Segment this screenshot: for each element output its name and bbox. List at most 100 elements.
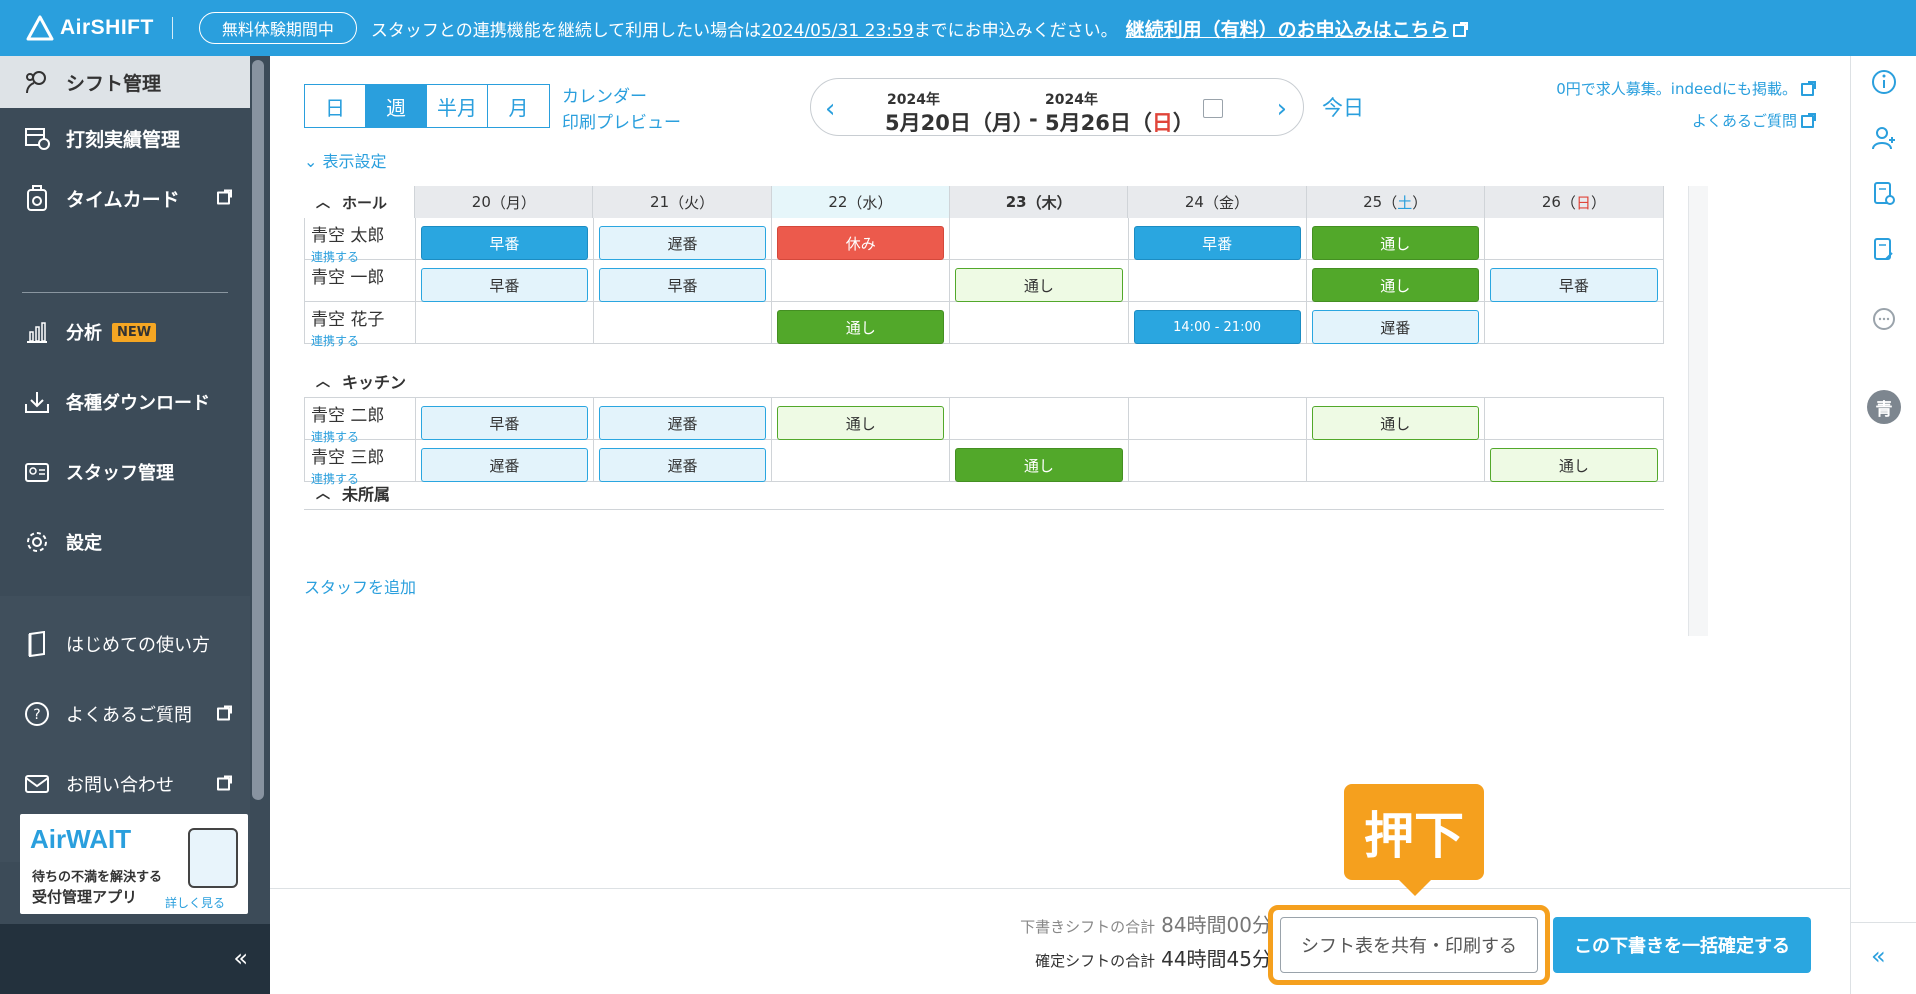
shift-cell[interactable]: 休み (772, 218, 951, 260)
shift-cell[interactable] (1128, 260, 1307, 302)
calendar-icon[interactable] (1203, 99, 1223, 118)
day-header: 21 （火） (593, 186, 772, 218)
shift-cell[interactable]: 通し (950, 260, 1129, 302)
shift-cell[interactable]: 早番 (593, 260, 773, 302)
today-button[interactable]: 今日 (1322, 92, 1364, 122)
confirm-all-button[interactable]: この下書きを一括確定する (1553, 917, 1811, 973)
tab-month[interactable]: 月 (488, 85, 549, 127)
shift-cell[interactable] (950, 218, 1129, 260)
tab-week[interactable]: 週 (366, 85, 427, 127)
shift-cell[interactable]: 早番 (415, 260, 594, 302)
shift-block[interactable]: 早番 (420, 268, 588, 302)
collapse-right-rail-button[interactable]: « (1871, 942, 1886, 970)
tab-day[interactable]: 日 (305, 85, 366, 127)
continue-subscription-link[interactable]: 継続利用（有料）のお申込みはこちら (1126, 15, 1468, 42)
shift-block[interactable]: 遅番 (598, 226, 767, 260)
day-number: 20 (471, 193, 491, 211)
group-header-unassigned[interactable]: ︿ 未所属 (304, 476, 1664, 510)
shift-block[interactable]: 通し (1311, 226, 1479, 260)
day-close-paren: ） (1590, 193, 1606, 212)
prev-week-button[interactable]: ‹ (825, 94, 835, 124)
shift-cell[interactable]: 通し (1306, 260, 1485, 302)
staff-name-cell[interactable]: 青空 一郎 (304, 260, 416, 302)
shift-cell[interactable] (950, 398, 1129, 440)
staff-connect-link[interactable]: 連携する (311, 332, 415, 349)
shift-cell[interactable]: 早番 (415, 398, 594, 440)
calendar-link[interactable]: カレンダー (562, 82, 647, 107)
sidebar-scrollbar[interactable] (252, 60, 264, 800)
shift-cell[interactable]: 通し (1306, 398, 1485, 440)
question-icon: ? (22, 699, 52, 729)
shift-block[interactable]: 通し (955, 268, 1123, 302)
shift-cell[interactable]: 早番 (1128, 218, 1307, 260)
table-scrollbar[interactable] (1688, 186, 1708, 636)
day-weekday: 木 (1041, 193, 1057, 212)
shift-cell[interactable] (1128, 398, 1307, 440)
airshift-logo[interactable]: AirSHIFT (26, 0, 154, 56)
shift-cell[interactable]: 遅番 (593, 218, 773, 260)
shift-cell[interactable]: 遅番 (593, 398, 773, 440)
shift-cell[interactable] (1484, 398, 1664, 440)
sidebar-item-faq[interactable]: ? よくあるご質問 (0, 688, 250, 740)
airwait-ad-banner[interactable]: AirWAIT 待ちの不満を解決する 受付管理アプリ 詳しく見る (20, 814, 248, 914)
chevron-down-icon: ⌄ (304, 152, 323, 171)
collapse-sidebar-button[interactable]: « (233, 944, 248, 972)
svg-text:?: ? (33, 707, 40, 723)
shift-cell[interactable]: 通し (772, 398, 951, 440)
shift-cell[interactable] (1484, 302, 1664, 344)
shift-block[interactable]: 遅番 (1311, 310, 1479, 344)
shift-cell[interactable]: 通し (1306, 218, 1485, 260)
shift-block[interactable]: 休み (777, 226, 945, 260)
airwait-detail-link[interactable]: 詳しく見る (165, 894, 225, 911)
shift-cell[interactable] (1484, 218, 1664, 260)
shift-block[interactable]: 通し (777, 406, 945, 440)
add-staff-link[interactable]: スタッフを追加 (304, 574, 416, 598)
shift-block[interactable]: 通し (1311, 406, 1479, 440)
shift-block[interactable]: 早番 (420, 226, 588, 260)
recruit-link[interactable]: 0円で求人募集。indeedにも掲載。 (1556, 78, 1816, 99)
staff-name-cell[interactable]: 青空 二郎 連携する (304, 398, 416, 444)
shift-cell[interactable]: 早番 (1484, 260, 1664, 302)
shift-cell[interactable]: 早番 (415, 218, 594, 260)
staff-name-cell[interactable]: 青空 花子 連携する (304, 302, 416, 348)
faq-link[interactable]: よくあるご質問 (1692, 110, 1816, 131)
shift-cell[interactable]: 通し (772, 302, 951, 344)
shift-block[interactable]: 14:00 - 21:00 (1133, 310, 1301, 344)
shift-block[interactable]: 通し (777, 310, 945, 344)
sidebar-item-settings[interactable]: 設定 (0, 516, 250, 568)
shift-cell[interactable] (950, 302, 1129, 344)
shift-cell[interactable]: 遅番 (1306, 302, 1485, 344)
shift-block[interactable]: 通し (1311, 268, 1479, 302)
shift-block[interactable]: 早番 (598, 268, 767, 302)
group-header-kitchen[interactable]: ︿ キッチン (304, 364, 1664, 398)
shift-cell[interactable] (593, 302, 773, 344)
print-preview-link[interactable]: 印刷プレビュー (562, 108, 681, 133)
sidebar-item-contact[interactable]: お問い合わせ (0, 758, 250, 810)
shift-block[interactable]: 遅番 (598, 406, 767, 440)
shift-cell[interactable] (415, 302, 594, 344)
document-check-icon[interactable] (1870, 180, 1898, 208)
display-settings-toggle[interactable]: ⌄ 表示設定 (304, 148, 387, 172)
sidebar-item-time-records[interactable]: 打刻実績管理 (0, 112, 250, 164)
group-header-hall[interactable]: ︿ ホール (304, 186, 416, 218)
sidebar-item-timecard[interactable]: タイムカード (0, 172, 250, 224)
sidebar-item-staff-management[interactable]: スタッフ管理 (0, 446, 250, 498)
confirmed-total-value: 44時間45分 (1161, 947, 1272, 971)
info-icon[interactable] (1870, 68, 1898, 96)
sidebar-item-getting-started[interactable]: はじめての使い方 (0, 618, 250, 670)
sidebar-item-shift-management[interactable]: シフト管理 (0, 56, 250, 108)
sidebar-item-downloads[interactable]: 各種ダウンロード (0, 376, 250, 428)
shift-block[interactable]: 早番 (1489, 268, 1658, 302)
document-edit-icon[interactable] (1870, 236, 1898, 264)
user-avatar[interactable]: 青 (1867, 390, 1901, 424)
next-week-button[interactable]: › (1277, 94, 1287, 124)
shift-cell[interactable] (772, 260, 951, 302)
shift-block[interactable]: 早番 (420, 406, 588, 440)
add-user-icon[interactable] (1870, 124, 1898, 152)
shift-cell[interactable]: 14:00 - 21:00 (1128, 302, 1307, 344)
chat-icon[interactable] (1870, 306, 1898, 334)
staff-name-cell[interactable]: 青空 太郎 連携する (304, 218, 416, 264)
tab-half-month[interactable]: 半月 (427, 85, 488, 127)
sidebar-item-analysis[interactable]: 分析 NEW (0, 306, 250, 358)
shift-block[interactable]: 早番 (1133, 226, 1301, 260)
